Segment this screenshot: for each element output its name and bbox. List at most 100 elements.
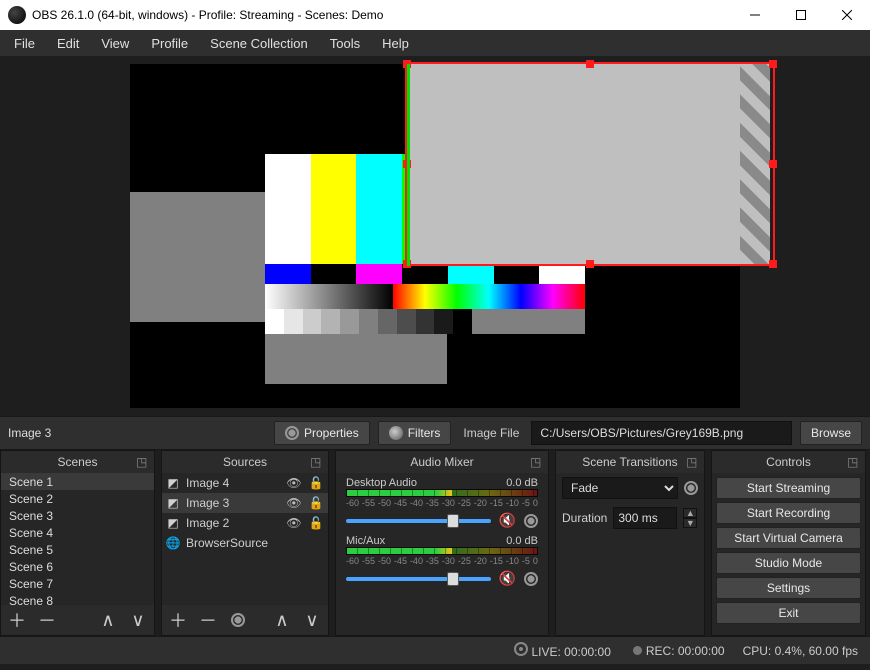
image-file-label: Image File xyxy=(459,426,523,440)
preview-area[interactable] xyxy=(0,56,870,416)
menu-help[interactable]: Help xyxy=(372,32,419,55)
channel-settings-icon[interactable] xyxy=(524,514,538,528)
scene-move-up-button[interactable]: ∧ xyxy=(98,610,118,630)
lock-toggle[interactable]: 🔓 xyxy=(308,496,324,510)
transition-settings-icon[interactable] xyxy=(684,481,698,495)
mixer-channel: Mic/Aux0.0 dB -60-55-50-45-40-35-30-25-2… xyxy=(336,531,548,589)
visibility-toggle[interactable]: 👁 xyxy=(286,496,302,510)
popout-icon[interactable]: ◳ xyxy=(136,455,150,469)
lock-toggle[interactable]: 🔓 xyxy=(308,476,324,490)
start-streaming-button[interactable]: Start Streaming xyxy=(716,477,861,499)
channel-name: Desktop Audio xyxy=(346,477,417,489)
properties-button[interactable]: Properties xyxy=(274,421,370,445)
settings-button[interactable]: Settings xyxy=(716,577,861,599)
remove-source-button[interactable]: － xyxy=(198,610,218,630)
source-context-bar: Image 3 Properties Filters Image File Br… xyxy=(0,416,870,450)
preview-canvas[interactable] xyxy=(130,64,740,408)
meter-ticks: -60-55-50-45-40-35-30-25-20-15-10-50 xyxy=(346,556,538,566)
studio-mode-button[interactable]: Studio Mode xyxy=(716,552,861,574)
slider-thumb[interactable] xyxy=(447,514,459,528)
source-row[interactable]: 🌐 BrowserSource xyxy=(162,533,328,553)
scene-row[interactable]: Scene 4 xyxy=(1,524,154,541)
source-row[interactable]: ◩ Image 4 👁 🔓 xyxy=(162,473,328,493)
status-cpu: CPU: 0.4%, 60.00 fps xyxy=(743,644,858,658)
duration-input[interactable] xyxy=(613,507,677,529)
audio-meter xyxy=(346,547,538,555)
scenes-panel: Scenes ◳ Scene 1 Scene 2 Scene 3 Scene 4 … xyxy=(0,450,155,636)
volume-slider[interactable] xyxy=(346,577,491,581)
volume-slider[interactable] xyxy=(346,519,491,523)
preview-source-image2[interactable] xyxy=(130,192,265,322)
start-recording-button[interactable]: Start Recording xyxy=(716,502,861,524)
popout-icon[interactable]: ◳ xyxy=(310,455,324,469)
channel-level: 0.0 dB xyxy=(506,535,538,547)
add-scene-button[interactable]: ＋ xyxy=(7,610,27,630)
minimize-button[interactable] xyxy=(732,0,778,30)
source-move-down-button[interactable]: ∨ xyxy=(302,610,322,630)
sources-header: Sources xyxy=(223,455,267,469)
source-properties-button[interactable] xyxy=(228,610,248,630)
scene-row[interactable]: Scene 6 xyxy=(1,558,154,575)
dock-area: Scenes ◳ Scene 1 Scene 2 Scene 3 Scene 4 … xyxy=(0,450,870,636)
audio-mixer-panel: Audio Mixer◳ Desktop Audio0.0 dB -60-55-… xyxy=(335,450,549,636)
scenes-header: Scenes xyxy=(57,455,97,469)
transition-select[interactable]: Fade xyxy=(562,477,678,499)
status-live: LIVE: 00:00:00 xyxy=(531,645,610,659)
menu-scene-collection[interactable]: Scene Collection xyxy=(200,32,318,55)
menu-edit[interactable]: Edit xyxy=(47,32,89,55)
controls-header: Controls xyxy=(766,455,811,469)
mute-button[interactable]: 🔇 xyxy=(499,570,516,587)
popout-icon[interactable]: ◳ xyxy=(847,455,861,469)
image-icon: ◩ xyxy=(166,496,180,510)
visibility-toggle[interactable]: 👁 xyxy=(286,476,302,490)
filters-button[interactable]: Filters xyxy=(378,421,452,445)
remove-scene-button[interactable]: － xyxy=(37,610,57,630)
source-row[interactable]: ◩ Image 3 👁 🔓 xyxy=(162,493,328,513)
scene-row[interactable]: Scene 8 xyxy=(1,592,154,605)
app-icon xyxy=(8,6,26,24)
channel-settings-icon[interactable] xyxy=(524,572,538,586)
lock-toggle[interactable]: 🔓 xyxy=(308,516,324,530)
menu-file[interactable]: File xyxy=(4,32,45,55)
menu-profile[interactable]: Profile xyxy=(141,32,198,55)
mixer-channel: Desktop Audio0.0 dB -60-55-50-45-40-35-3… xyxy=(336,473,548,531)
menubar: File Edit View Profile Scene Collection … xyxy=(0,30,870,56)
image-icon: ◩ xyxy=(166,476,180,490)
scene-row[interactable]: Scene 1 xyxy=(1,473,154,490)
popout-icon[interactable]: ◳ xyxy=(686,455,700,469)
menu-tools[interactable]: Tools xyxy=(320,32,370,55)
maximize-button[interactable] xyxy=(778,0,824,30)
gear-icon xyxy=(285,426,299,440)
scene-row[interactable]: Scene 5 xyxy=(1,541,154,558)
transitions-header: Scene Transitions xyxy=(582,455,677,469)
exit-button[interactable]: Exit xyxy=(716,602,861,624)
selection-outline[interactable] xyxy=(405,62,775,266)
visibility-toggle[interactable]: 👁 xyxy=(286,516,302,530)
browse-button[interactable]: Browse xyxy=(800,421,862,445)
scene-row[interactable]: Scene 3 xyxy=(1,507,154,524)
sources-list[interactable]: ◩ Image 4 👁 🔓 ◩ Image 3 👁 🔓 ◩ Image 2 👁 … xyxy=(162,473,328,605)
sources-panel: Sources ◳ ◩ Image 4 👁 🔓 ◩ Image 3 👁 🔓 ◩ I… xyxy=(161,450,329,636)
image-icon: ◩ xyxy=(166,516,180,530)
close-button[interactable] xyxy=(824,0,870,30)
menu-view[interactable]: View xyxy=(91,32,139,55)
scene-row[interactable]: Scene 2 xyxy=(1,490,154,507)
titlebar: OBS 26.1.0 (64-bit, windows) - Profile: … xyxy=(0,0,870,30)
popout-icon[interactable]: ◳ xyxy=(530,455,544,469)
scenes-list[interactable]: Scene 1 Scene 2 Scene 3 Scene 4 Scene 5 … xyxy=(1,473,154,605)
window-title: OBS 26.1.0 (64-bit, windows) - Profile: … xyxy=(32,8,732,22)
source-move-up-button[interactable]: ∧ xyxy=(272,610,292,630)
duration-label: Duration xyxy=(562,511,607,525)
image-file-input[interactable] xyxy=(531,421,792,445)
source-row[interactable]: ◩ Image 2 👁 🔓 xyxy=(162,513,328,533)
selected-source-label: Image 3 xyxy=(8,426,266,440)
slider-thumb[interactable] xyxy=(447,572,459,586)
scene-row[interactable]: Scene 7 xyxy=(1,575,154,592)
scene-move-down-button[interactable]: ∨ xyxy=(128,610,148,630)
duration-spinner[interactable]: ▲▼ xyxy=(683,508,697,528)
add-source-button[interactable]: ＋ xyxy=(168,610,188,630)
start-virtual-camera-button[interactable]: Start Virtual Camera xyxy=(716,527,861,549)
controls-panel: Controls ◳ Start Streaming Start Recordin… xyxy=(711,450,866,636)
filters-icon xyxy=(389,426,403,440)
mute-button[interactable]: 🔇 xyxy=(499,512,516,529)
